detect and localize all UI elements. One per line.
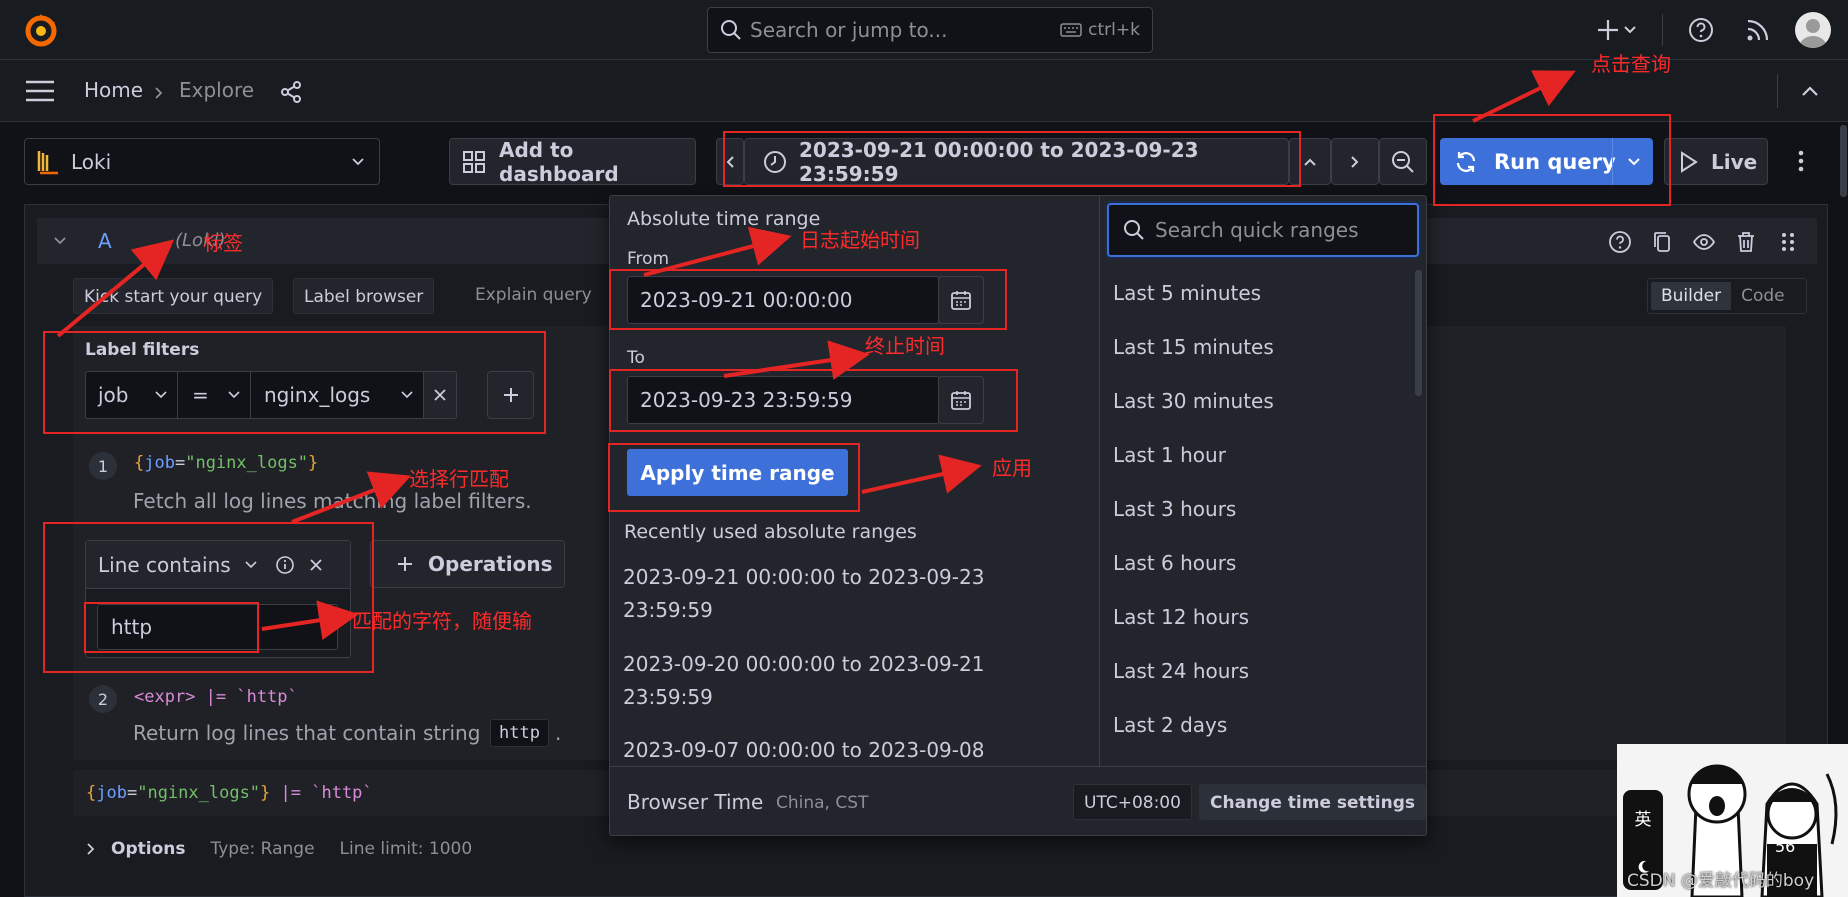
watermark: CSDN @爱敲代码的boy [1627,871,1815,891]
language-toggle[interactable]: 英 [1635,805,1652,830]
svg-text:56: 56 [1775,837,1795,856]
annotation-click-query: 点击查询 [1591,52,1671,76]
annotation-start-time: 日志起始时间 [800,228,920,252]
annotation-apply: 应用 [992,456,1032,480]
annotation-arrows [56,70,1576,641]
annotation-line-match: 选择行匹配 [409,467,509,491]
annotation-match-chars: 匹配的字符，随便输 [352,609,532,633]
annotation-label: 标签 [203,231,243,255]
annotation-end-time: 终止时间 [865,334,945,358]
